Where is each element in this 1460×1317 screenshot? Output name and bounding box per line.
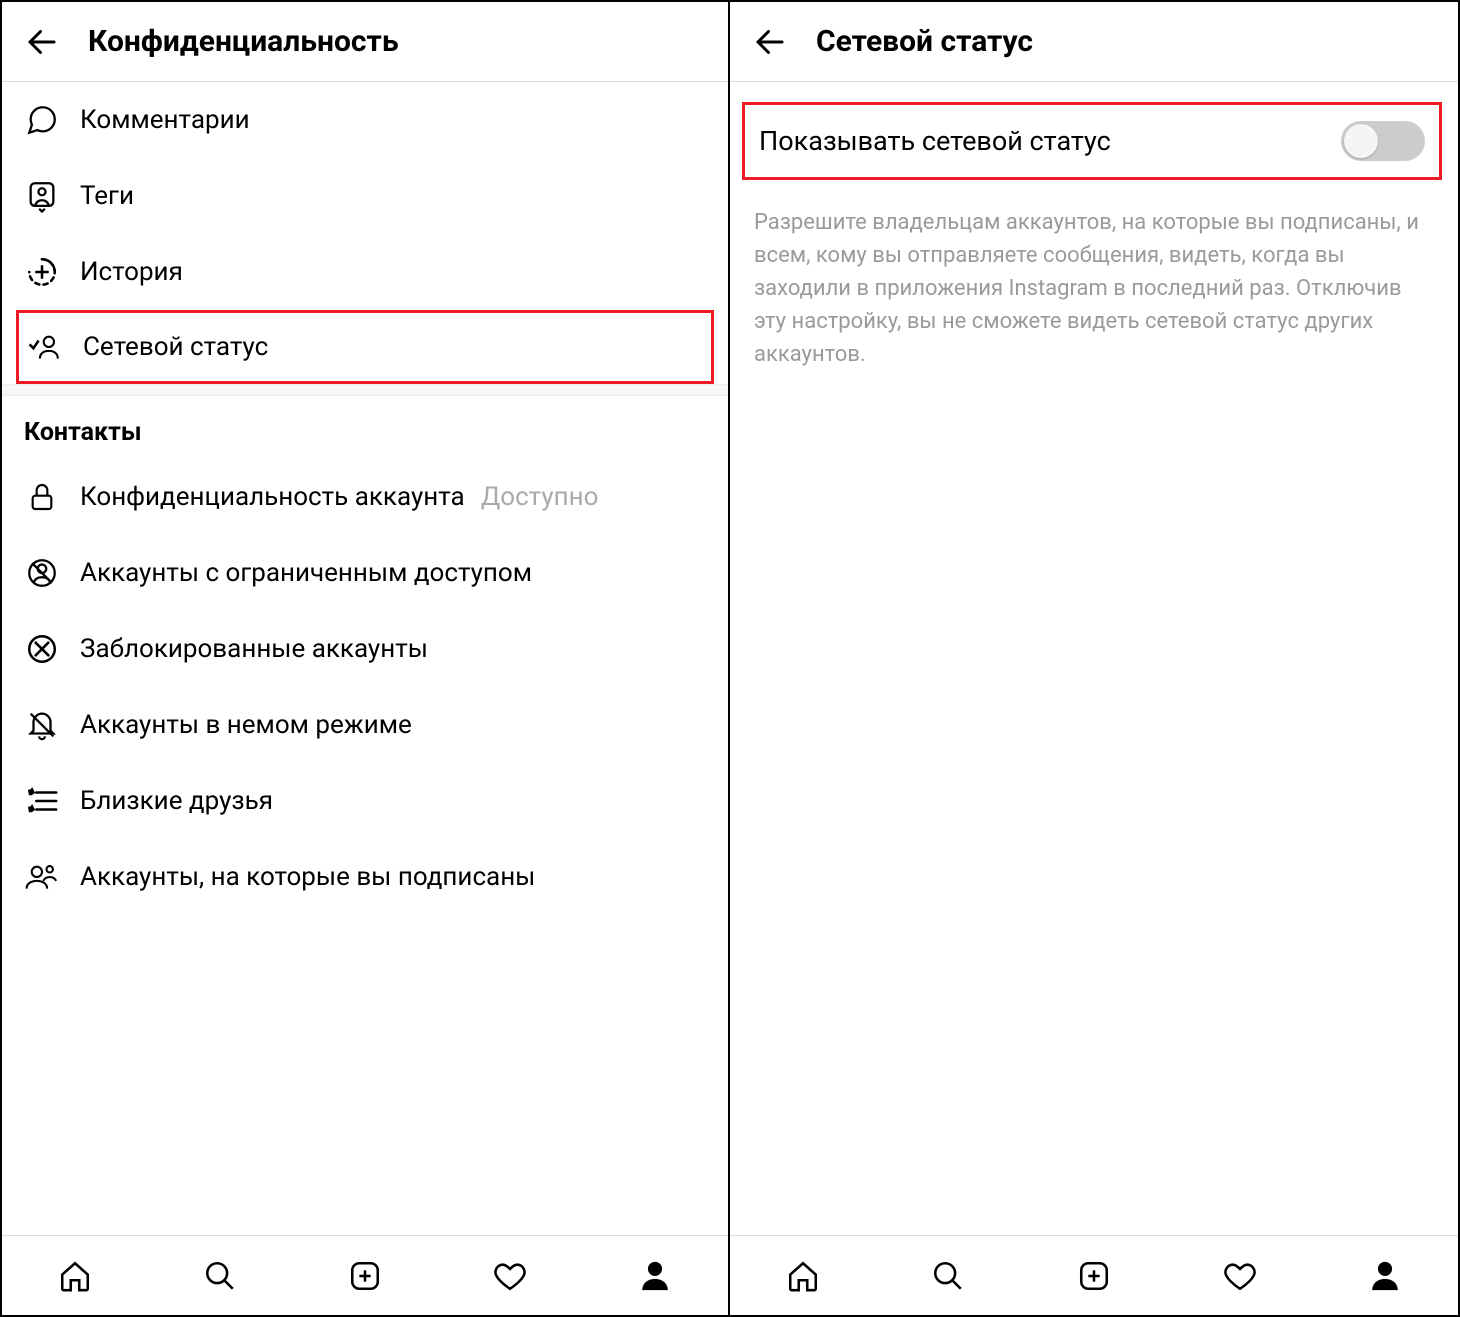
nav-add[interactable]: [345, 1256, 385, 1296]
content: Комментарии Теги История Сетевой статус …: [2, 82, 728, 1235]
nav-home[interactable]: [55, 1256, 95, 1296]
activity-status-screen: Сетевой статус Показывать сетевой статус…: [730, 2, 1458, 1315]
tag-icon: [24, 178, 60, 214]
bottom-navbar: [2, 1235, 728, 1315]
row-label: Конфиденциальность аккаунта: [80, 482, 465, 512]
row-value: Доступно: [481, 482, 599, 512]
activity-status-toggle[interactable]: [1341, 121, 1425, 161]
row-comments[interactable]: Комментарии: [2, 82, 728, 158]
row-muted[interactable]: Аккаунты в немом режиме: [2, 687, 728, 763]
nav-profile[interactable]: [635, 1256, 675, 1296]
bell-off-icon: [24, 707, 60, 743]
nav-profile[interactable]: [1365, 1256, 1405, 1296]
lock-icon: [24, 479, 60, 515]
row-activity-status[interactable]: Сетевой статус: [19, 313, 711, 381]
row-blocked[interactable]: Заблокированные аккаунты: [2, 611, 728, 687]
close-friends-icon: [24, 783, 60, 819]
header: Сетевой статус: [730, 2, 1458, 82]
back-button[interactable]: [750, 22, 790, 62]
privacy-screen: Конфиденциальность Комментарии Теги Исто…: [2, 2, 730, 1315]
row-label: Аккаунты в немом режиме: [80, 710, 412, 740]
row-label: Теги: [80, 181, 134, 211]
content: Показывать сетевой статус Разрешите влад…: [730, 82, 1458, 1235]
header: Конфиденциальность: [2, 2, 728, 82]
nav-search[interactable]: [200, 1256, 240, 1296]
row-label: История: [80, 257, 183, 287]
page-title: Сетевой статус: [816, 24, 1033, 59]
section-divider: [2, 384, 728, 396]
comment-icon: [24, 102, 60, 138]
toggle-knob: [1344, 124, 1378, 158]
nav-activity[interactable]: [490, 1256, 530, 1296]
row-label: Заблокированные аккаунты: [80, 634, 428, 664]
bottom-navbar: [730, 1235, 1458, 1315]
row-story[interactable]: История: [2, 234, 728, 310]
row-label: Сетевой статус: [83, 332, 268, 362]
following-icon: [24, 859, 60, 895]
arrow-left-icon: [752, 24, 788, 60]
row-following[interactable]: Аккаунты, на которые вы подписаны: [2, 839, 728, 915]
row-label: Аккаунты, на которые вы подписаны: [80, 862, 535, 892]
row-label: Аккаунты с ограниченным доступом: [80, 558, 532, 588]
activity-status-icon: [27, 329, 63, 365]
restricted-icon: [24, 555, 60, 591]
activity-status-description: Разрешите владельцам аккаунтов, на котор…: [730, 188, 1458, 389]
row-close-friends[interactable]: Близкие друзья: [2, 763, 728, 839]
page-title: Конфиденциальность: [88, 24, 399, 59]
back-button[interactable]: [22, 22, 62, 62]
section-title-contacts: Контакты: [2, 396, 728, 459]
nav-add[interactable]: [1074, 1256, 1114, 1296]
row-label: Комментарии: [80, 105, 250, 135]
arrow-left-icon: [24, 24, 60, 60]
toggle-label: Показывать сетевой статус: [759, 125, 1111, 157]
story-icon: [24, 254, 60, 290]
row-label: Близкие друзья: [80, 786, 273, 816]
row-tags[interactable]: Теги: [2, 158, 728, 234]
nav-home[interactable]: [783, 1256, 823, 1296]
nav-activity[interactable]: [1220, 1256, 1260, 1296]
row-restricted[interactable]: Аккаунты с ограниченным доступом: [2, 535, 728, 611]
highlighted-toggle-row: Показывать сетевой статус: [742, 102, 1442, 180]
nav-search[interactable]: [928, 1256, 968, 1296]
highlighted-row: Сетевой статус: [16, 310, 714, 384]
blocked-icon: [24, 631, 60, 667]
row-account-privacy[interactable]: Конфиденциальность аккаунта Доступно: [2, 459, 728, 535]
